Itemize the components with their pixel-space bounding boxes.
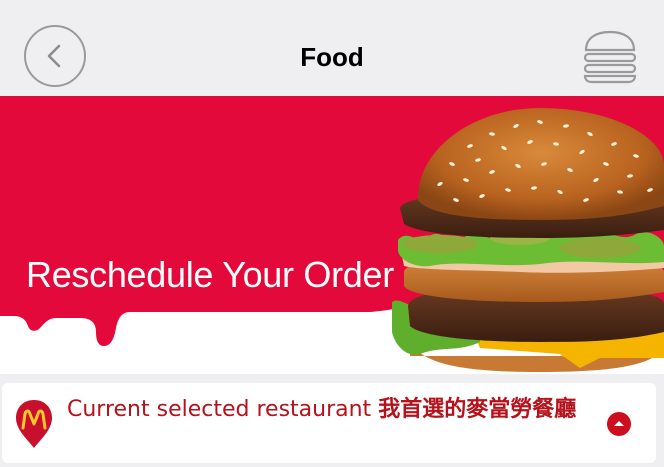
mcdonalds-location-pin-icon bbox=[16, 400, 52, 448]
page-title: Food bbox=[300, 42, 364, 72]
top-bar: Food bbox=[0, 0, 664, 96]
burger-menu-icon bbox=[583, 30, 637, 84]
promo-banner[interactable]: Reschedule Your Order bbox=[0, 96, 664, 374]
caret-up-icon bbox=[614, 421, 624, 426]
burger-menu-button[interactable] bbox=[582, 30, 638, 84]
toggle-restaurant-button[interactable] bbox=[607, 412, 631, 436]
restaurant-label: Current selected restaurant bbox=[67, 397, 372, 422]
restaurant-selector[interactable]: Current selected restaurant 我首選的麥當勞餐廳 bbox=[2, 383, 656, 463]
big-mac-burger-image bbox=[392, 108, 664, 372]
banner-headline: Reschedule Your Order bbox=[26, 254, 394, 295]
restaurant-info: Current selected restaurant 我首選的麥當勞餐廳 bbox=[67, 395, 577, 424]
restaurant-name: 我首選的麥當勞餐廳 bbox=[378, 397, 577, 422]
